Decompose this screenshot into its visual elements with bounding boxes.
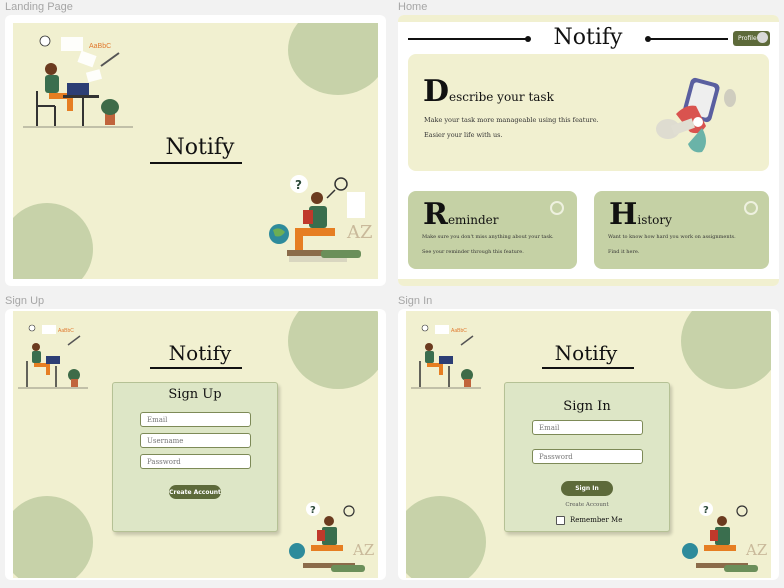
describe-card[interactable]: Describe your task Make your task more m… <box>408 54 769 171</box>
history-line1: Want to know how hard you work on assign… <box>608 234 736 240</box>
frame-label-signin: Sign In <box>398 295 433 307</box>
reminder-line2: See your reminder through this feature. <box>422 249 524 255</box>
create-account-button[interactable]: Create Account <box>169 485 221 499</box>
sign-in-button[interactable]: Sign In <box>561 481 613 496</box>
decor-circle <box>288 311 378 389</box>
signup-title: Sign Up <box>168 387 222 402</box>
decor-circle <box>288 23 378 95</box>
laptop-person-illustration: AaBbC <box>23 31 133 136</box>
reading-person-illustration: ? AZ <box>285 497 377 577</box>
describe-title: Describe your task <box>423 74 554 109</box>
history-initial: H <box>609 197 638 232</box>
svg-text:?: ? <box>310 505 316 516</box>
signin-form: Sign In Email Password Sign In Create Ac… <box>504 382 670 532</box>
profile-knob <box>757 32 768 43</box>
ring-icon <box>550 201 564 215</box>
profile-label: Profile <box>738 35 757 42</box>
describe-initial: D <box>423 74 450 109</box>
reminder-initial: R <box>423 197 448 232</box>
frame-label-landing: Landing Page <box>5 1 73 13</box>
svg-text:?: ? <box>295 178 302 192</box>
signin-logo: Notify <box>554 341 618 365</box>
profile-toggle[interactable]: Profile <box>733 31 770 46</box>
svg-text:AZ: AZ <box>745 541 767 559</box>
illus-text: AaBbC <box>451 328 467 334</box>
home-top-strip <box>398 15 779 22</box>
password-field[interactable]: Password <box>140 454 251 469</box>
frame-label-home: Home <box>398 1 428 13</box>
header-dot-left <box>525 36 531 42</box>
svg-text:?: ? <box>703 505 709 516</box>
decor-circle <box>681 311 771 389</box>
reading-person-illustration: ? AZ <box>678 497 770 577</box>
decor-circle <box>13 496 93 578</box>
logo-underline <box>150 367 242 369</box>
landing-logo: Notify <box>165 135 235 160</box>
describe-line2: Easier your life with us. <box>424 131 503 139</box>
signup-logo: Notify <box>168 341 232 365</box>
laptop-person-illustration: AaBbC <box>18 321 88 393</box>
reminder-card[interactable]: Reminder Make sure you don't miss anythi… <box>408 191 577 269</box>
home-frame: Notify Profile Describe your task Make y… <box>398 15 779 286</box>
email-field[interactable]: Email <box>532 420 643 435</box>
laptop-person-illustration: AaBbC <box>411 321 481 393</box>
header-line-left <box>408 38 528 40</box>
describe-line1: Make your task more manageable using thi… <box>424 116 599 124</box>
logo-underline <box>542 367 634 369</box>
home-bottom-strip <box>398 279 779 286</box>
history-card[interactable]: History Want to know how hard you work o… <box>594 191 769 269</box>
svg-text:AZ: AZ <box>352 541 374 559</box>
signup-form: Sign Up Email Username Password Create A… <box>112 382 278 532</box>
decor-circle <box>406 496 486 578</box>
remember-me-label: Remember Me <box>570 516 623 524</box>
reading-person-illustration: ? AZ <box>265 168 375 270</box>
logo-underline <box>150 162 242 164</box>
create-account-link[interactable]: Create Account <box>505 502 669 508</box>
describe-rest: escribe your task <box>449 90 554 104</box>
signup-board: AaBbC ? AZ Notify Sign Up Email Username… <box>13 311 378 578</box>
header-line-right <box>648 38 728 40</box>
email-field[interactable]: Email <box>140 412 251 427</box>
reminder-rest: eminder <box>447 213 499 227</box>
hand-phone-illustration <box>646 74 746 159</box>
remember-me-checkbox[interactable] <box>556 516 565 525</box>
signup-frame: AaBbC ? AZ Notify Sign Up Email Username… <box>5 309 386 580</box>
signin-frame: AaBbC ? AZ Notify Sign In Email Password… <box>398 309 779 580</box>
history-title: History <box>609 197 672 232</box>
illus-text: AaBbC <box>58 328 74 334</box>
password-field[interactable]: Password <box>532 449 643 464</box>
landing-frame: AaBbC ? AZ Notify <box>5 15 386 286</box>
home-logo: Notify <box>553 25 623 50</box>
illus-text: AaBbC <box>89 43 112 50</box>
reminder-title: Reminder <box>423 197 499 232</box>
svg-text:AZ: AZ <box>346 222 373 243</box>
frame-label-signup: Sign Up <box>5 295 45 307</box>
landing-board: AaBbC ? AZ Notify <box>13 23 378 279</box>
decor-circle <box>13 203 93 279</box>
username-field[interactable]: Username <box>140 433 251 448</box>
signin-board: AaBbC ? AZ Notify Sign In Email Password… <box>406 311 771 578</box>
signin-title: Sign In <box>563 399 611 414</box>
ring-icon <box>744 201 758 215</box>
history-line2: Find it here. <box>608 249 640 255</box>
history-rest: istory <box>637 213 672 227</box>
reminder-line1: Make sure you don't miss anything about … <box>422 234 554 240</box>
